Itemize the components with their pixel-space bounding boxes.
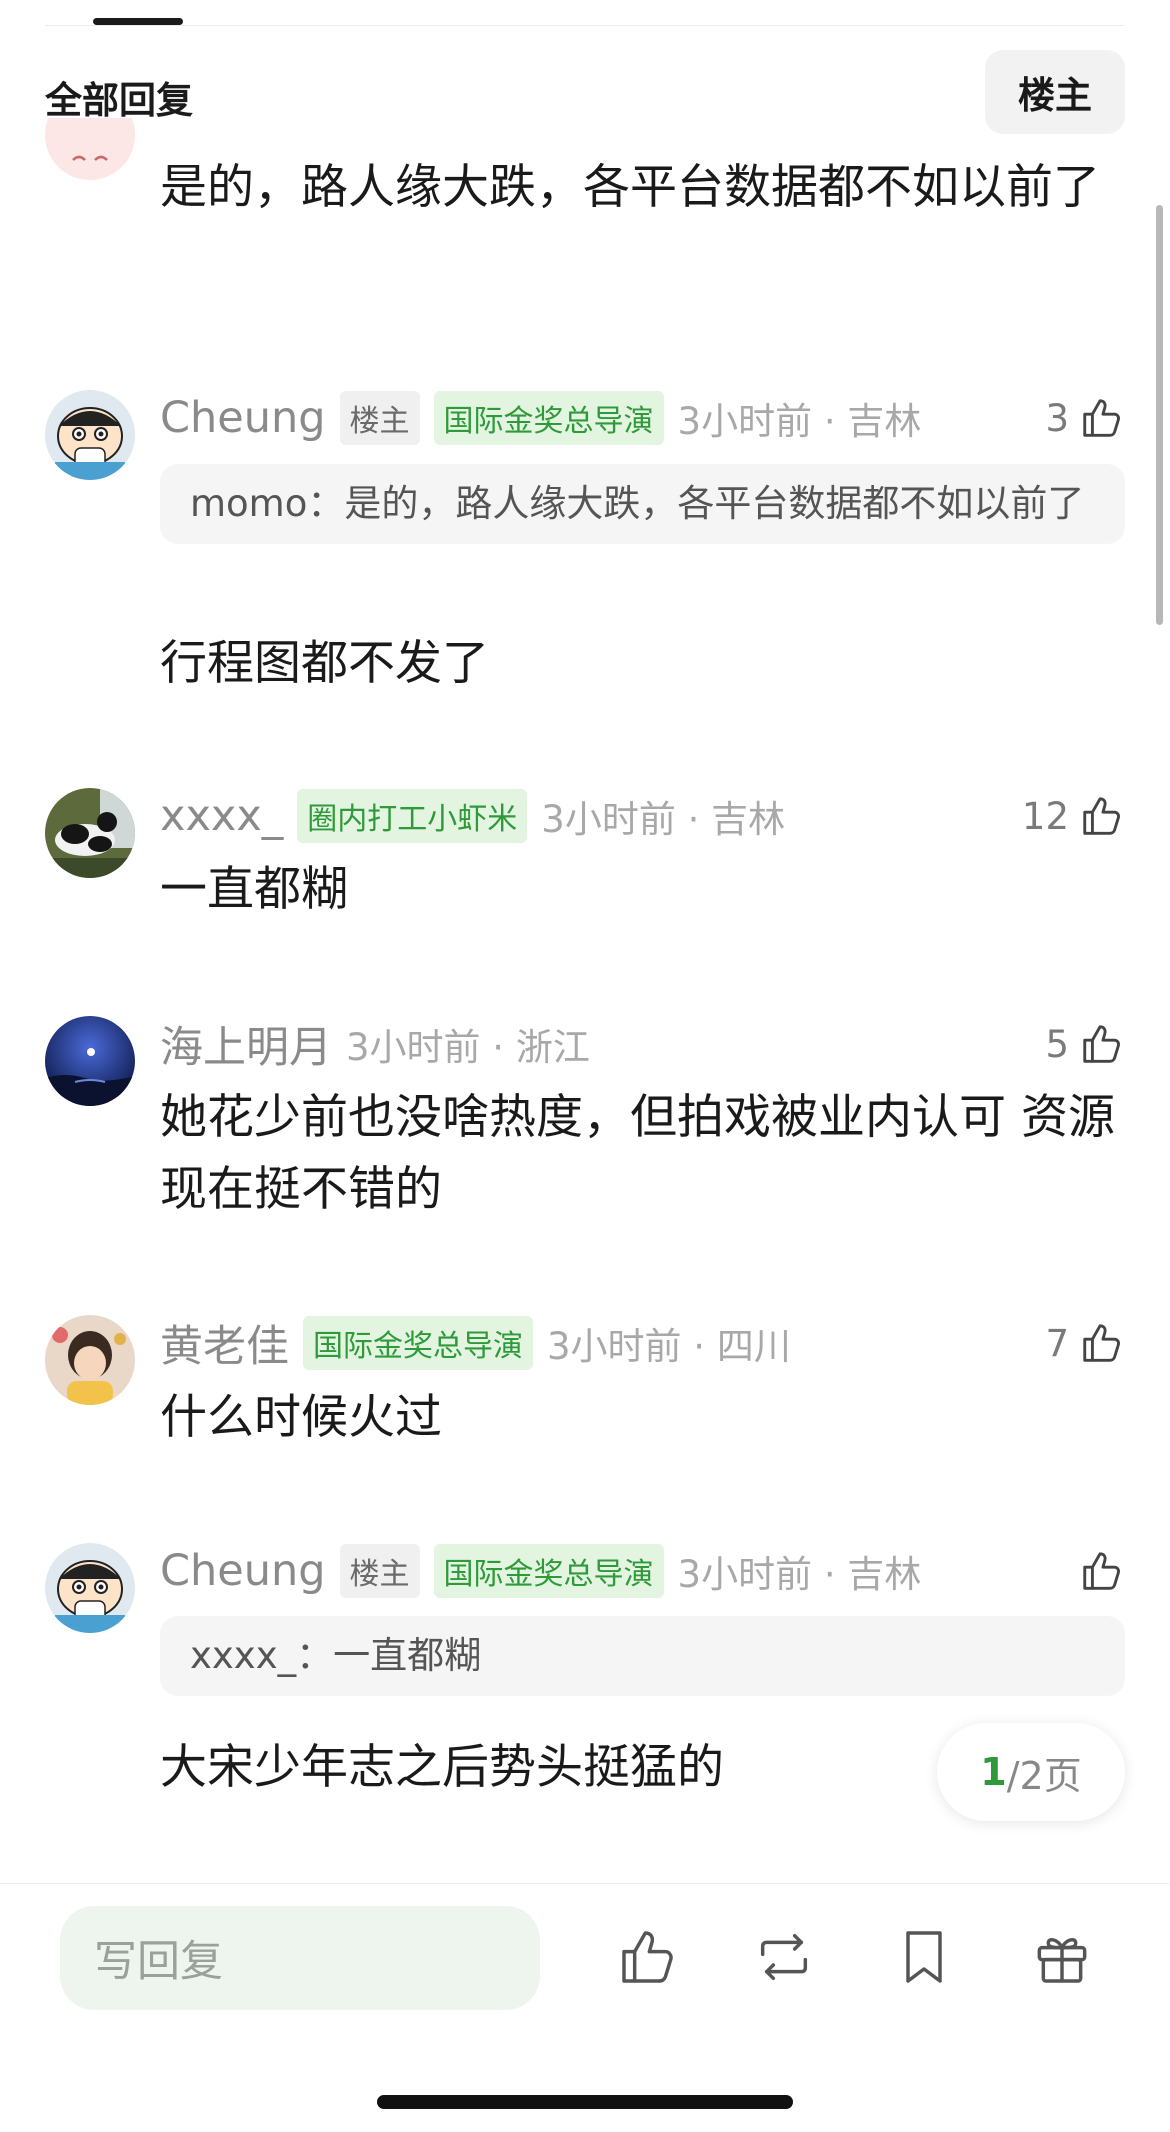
like-count: 12 bbox=[1021, 794, 1069, 838]
like-count: 5 bbox=[1045, 1022, 1069, 1066]
username[interactable]: 黄老佳 bbox=[160, 1312, 289, 1374]
replies-header: 全部回复 楼主 bbox=[0, 50, 1170, 134]
gift-button[interactable] bbox=[1030, 1925, 1094, 1989]
comment-meta: xxxx_ 圈内打工小虾米 3小时前 · 吉林 bbox=[160, 788, 1040, 844]
thumbs-up-icon bbox=[1083, 399, 1120, 437]
avatar[interactable] bbox=[45, 390, 135, 480]
timestamp-location: 3小时前 · 吉林 bbox=[677, 400, 922, 443]
current-page: 1 bbox=[980, 1750, 1007, 1794]
comment-text: 是的，路人缘大跌，各平台数据都不如以前了 bbox=[160, 160, 1100, 215]
like-post-button[interactable] bbox=[616, 1925, 680, 1989]
avatar[interactable] bbox=[45, 788, 135, 878]
user-badge: 国际金奖总导演 bbox=[303, 1316, 533, 1370]
bottom-divider bbox=[0, 1883, 1170, 1884]
owner-tag: 楼主 bbox=[339, 1544, 420, 1598]
bookmark-button[interactable] bbox=[892, 1925, 956, 1989]
username[interactable]: Cheung bbox=[160, 393, 326, 443]
like-button[interactable]: 12 bbox=[1022, 788, 1125, 844]
timestamp-location: 3小时前 · 吉林 bbox=[677, 1553, 922, 1596]
avatar[interactable] bbox=[45, 1543, 135, 1633]
like-count: 7 bbox=[1045, 1321, 1069, 1365]
username[interactable]: 海上明月 bbox=[160, 1013, 332, 1075]
thumbs-up-icon bbox=[1083, 1025, 1120, 1063]
thumbs-up-icon bbox=[1083, 1552, 1120, 1590]
timestamp-location: 3小时前 · 吉林 bbox=[541, 798, 786, 841]
avatar[interactable] bbox=[45, 118, 135, 180]
reply-input[interactable]: 写回复 bbox=[60, 1906, 540, 2010]
username[interactable]: xxxx_ bbox=[160, 791, 283, 841]
top-divider bbox=[45, 25, 1125, 26]
like-button[interactable]: 7 bbox=[1045, 1315, 1125, 1371]
user-badge: 圈内打工小虾米 bbox=[297, 789, 528, 843]
repost-icon bbox=[760, 1933, 808, 1981]
comment-meta: 海上明月 3小时前 · 浙江 bbox=[160, 1013, 1040, 1075]
gift-icon bbox=[1037, 1938, 1087, 1983]
like-count: 3 bbox=[1045, 396, 1069, 440]
comment-text: 她花少前也没啥热度，但拍戏被业内认可 资源现在挺不错的 bbox=[160, 1090, 1115, 1217]
user-badge: 国际金奖总导演 bbox=[433, 1544, 664, 1598]
owner-tag: 楼主 bbox=[339, 391, 420, 445]
tab-indicator bbox=[93, 18, 183, 25]
comment-meta: 黄老佳 国际金奖总导演 3小时前 · 四川 bbox=[160, 1312, 1040, 1374]
home-indicator[interactable] bbox=[377, 2095, 793, 2109]
user-badge: 国际金奖总导演 bbox=[433, 391, 664, 445]
like-icon bbox=[622, 1931, 673, 1983]
quoted-reply[interactable]: momo：是的，路人缘大跌，各平台数据都不如以前了 bbox=[160, 464, 1125, 544]
comment-text: 一直都糊 bbox=[160, 862, 348, 917]
avatar[interactable] bbox=[45, 1016, 135, 1106]
thumbs-up-icon bbox=[1083, 1324, 1120, 1362]
like-button[interactable]: 5 bbox=[1045, 1016, 1125, 1072]
scrollbar[interactable] bbox=[1156, 205, 1163, 625]
comment-text: 行程图都不发了 bbox=[160, 636, 489, 691]
comment-text: 什么时候火过 bbox=[160, 1390, 442, 1445]
page-indicator[interactable]: 1 /2页 bbox=[937, 1723, 1125, 1821]
avatar[interactable] bbox=[45, 1315, 135, 1405]
bookmark-icon bbox=[906, 1931, 942, 1983]
comment-meta: Cheung 楼主 国际金奖总导演 3小时前 · 吉林 bbox=[160, 1543, 1040, 1599]
username[interactable]: Cheung bbox=[160, 1546, 326, 1596]
like-button[interactable]: 3 bbox=[1045, 390, 1125, 446]
quoted-reply[interactable]: xxxx_：一直都糊 bbox=[160, 1616, 1125, 1696]
total-pages: /2页 bbox=[1006, 1753, 1082, 1798]
thumbs-up-icon bbox=[1083, 797, 1120, 835]
all-replies-title: 全部回复 bbox=[45, 79, 193, 122]
timestamp-location: 3小时前 · 四川 bbox=[547, 1325, 791, 1368]
owner-only-button[interactable]: 楼主 bbox=[985, 50, 1125, 134]
repost-button[interactable] bbox=[752, 1925, 816, 1989]
timestamp-location: 3小时前 · 浙江 bbox=[346, 1026, 590, 1069]
comment-meta: Cheung 楼主 国际金奖总导演 3小时前 · 吉林 bbox=[160, 390, 1040, 446]
like-button[interactable] bbox=[1069, 1543, 1125, 1599]
